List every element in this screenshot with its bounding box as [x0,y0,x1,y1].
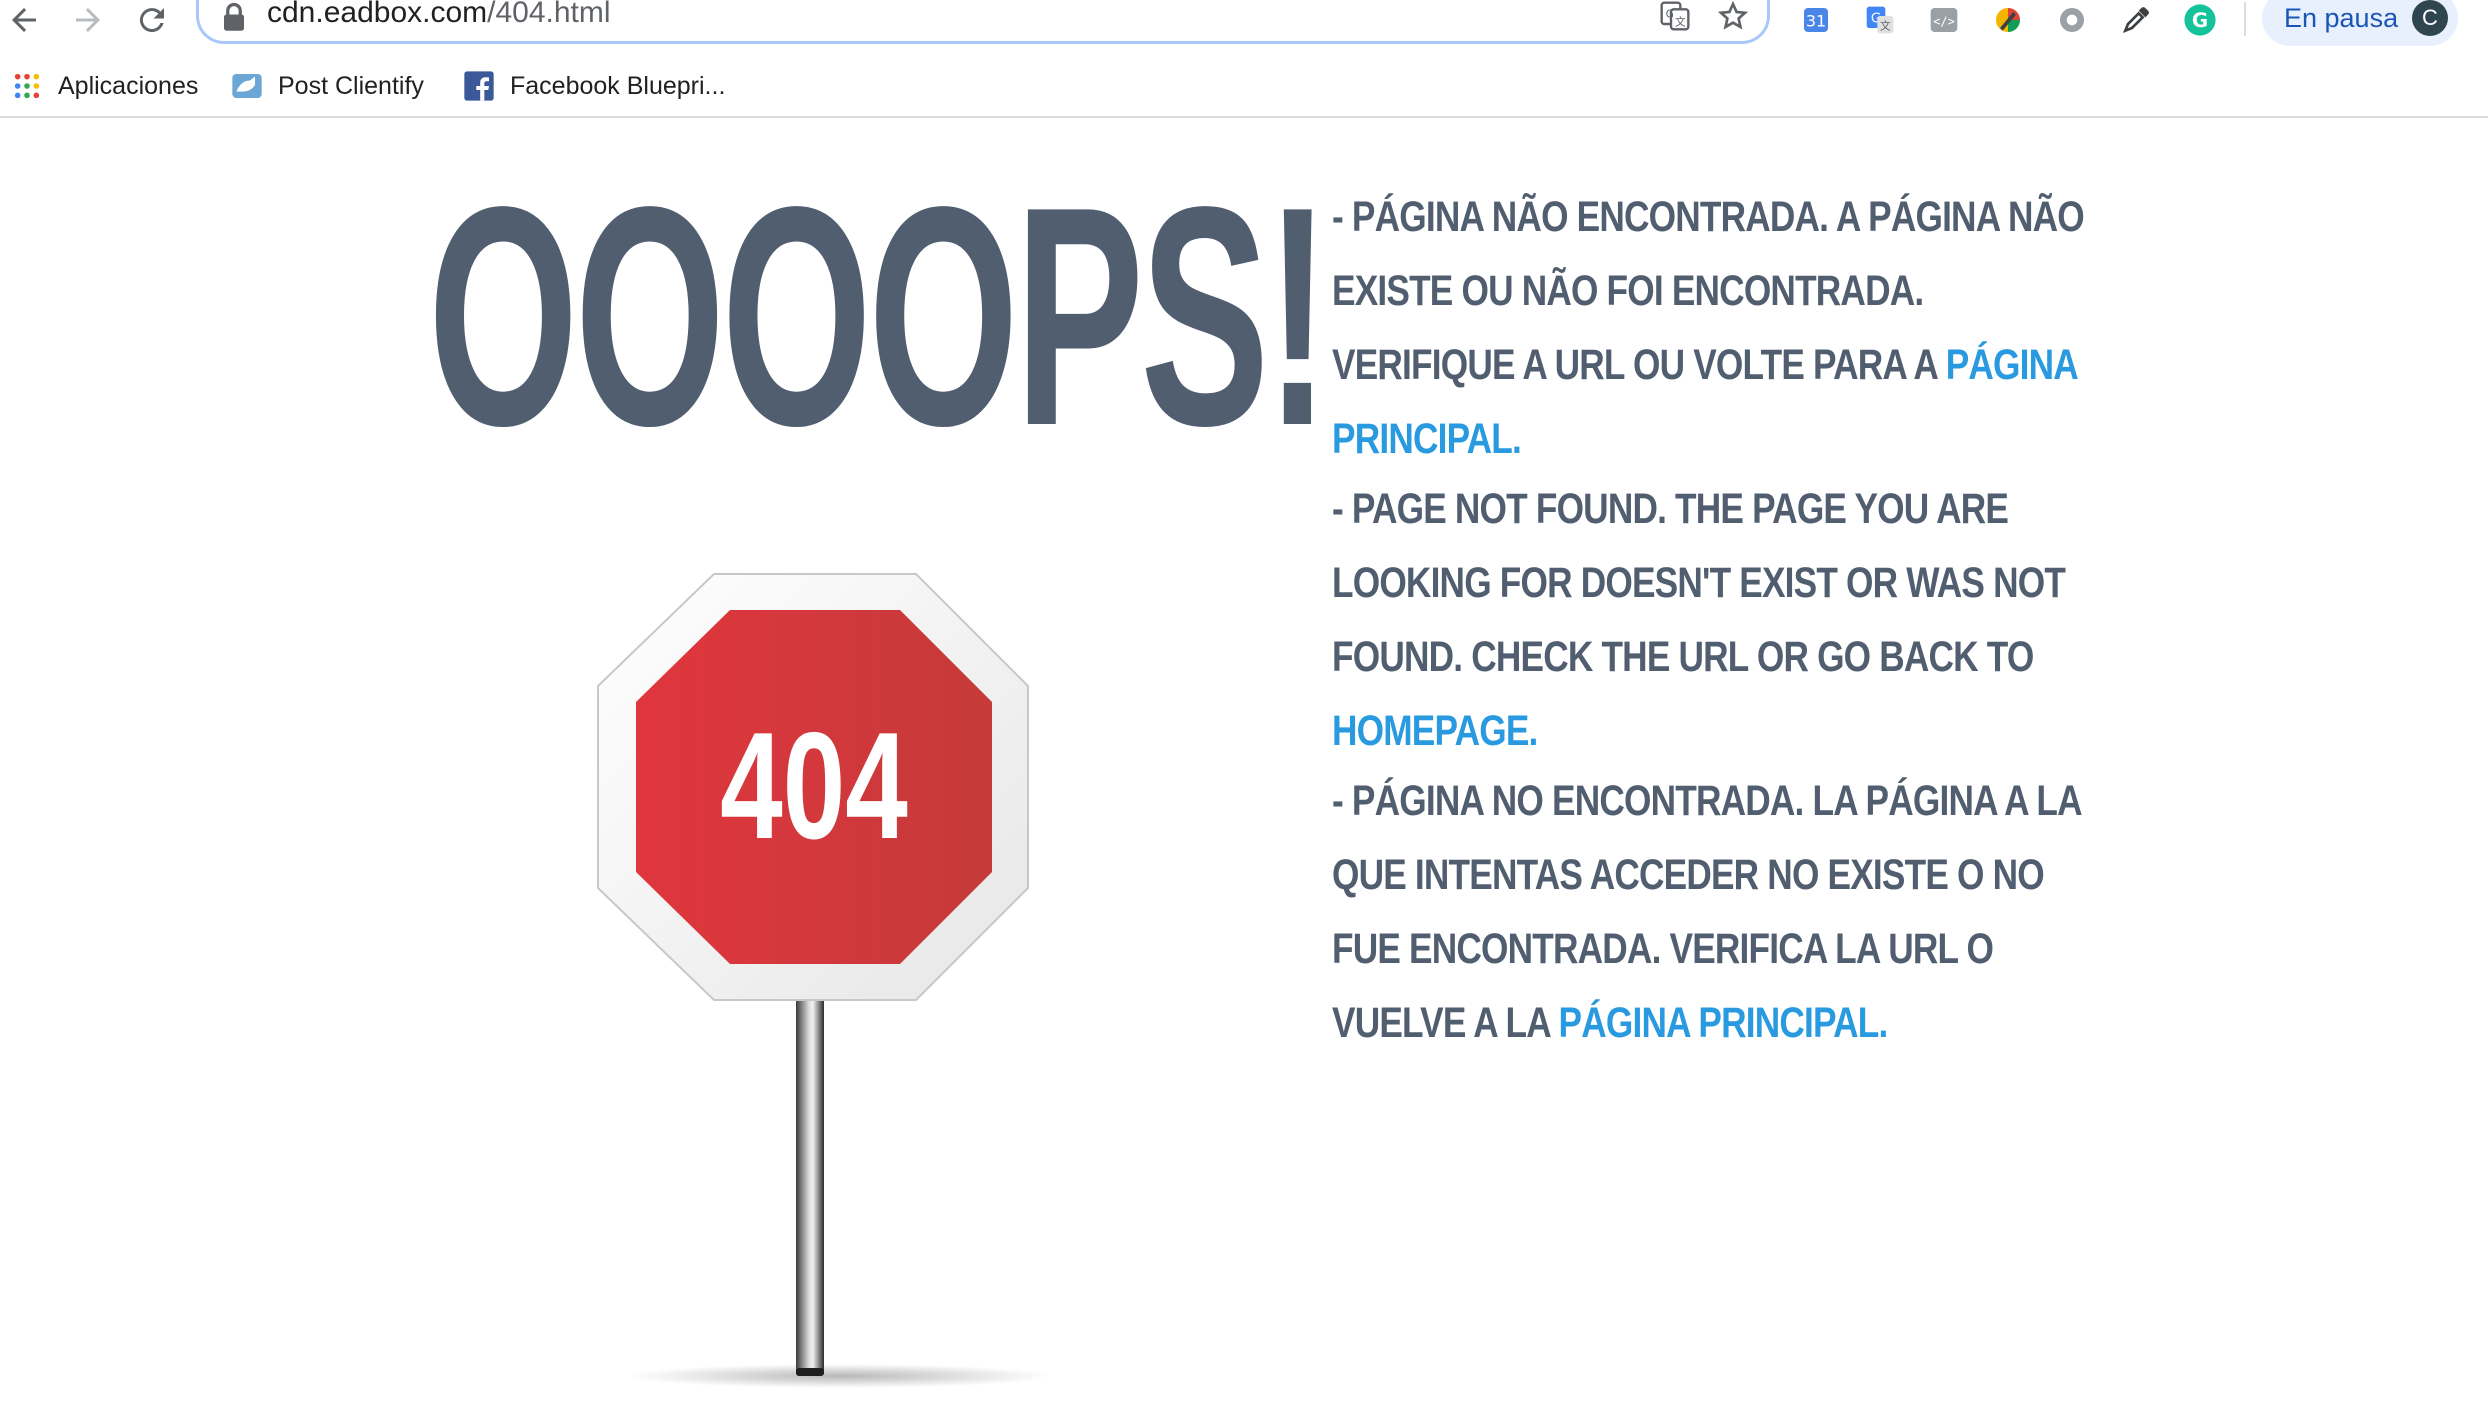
message-english: - Page not found. The page you are looki… [1332,472,2111,768]
svg-text:G: G [2192,9,2208,32]
profile-status: En pausa [2284,3,2399,33]
extension-eyedropper-icon[interactable] [2118,2,2154,38]
page-headline: OOOOPS! [428,143,1330,491]
browser-toolbar: cdn.eadbox.com/404.html G文 31 G文 </> G E… [0,0,2488,56]
bookmark-facebook-blueprint[interactable]: Facebook Bluepri... [462,64,725,108]
message-spanish: - Página no encontrada. La página a la q… [1332,764,2111,1060]
homepage-link-es[interactable]: página principal. [1559,999,1889,1047]
svg-text:文: 文 [1675,15,1686,28]
svg-text:文: 文 [1880,19,1891,32]
lock-icon [224,2,244,31]
bookmark-label: Post Clientify [278,71,424,100]
clientify-icon [230,69,264,103]
bookmark-star-icon[interactable] [1715,0,1751,34]
extension-grammarly-icon[interactable]: G [2182,2,2218,38]
sign-code: 404 [720,702,908,871]
svg-text:</>: </> [1933,14,1955,28]
pole-shadow [630,1364,1050,1388]
forward-button[interactable] [66,0,110,40]
message-portuguese: - Página não encontrada. A página não ex… [1332,180,2111,476]
extension-circle-icon[interactable] [2054,2,2090,38]
url-text[interactable]: cdn.eadbox.com/404.html [267,0,611,33]
extension-google-translate-icon[interactable]: G文 [1862,2,1898,38]
arrow-right-icon [76,8,100,32]
arrow-left-icon [12,8,36,32]
extension-colorpick-icon[interactable] [1990,2,2026,38]
address-bar[interactable]: cdn.eadbox.com/404.html G文 [196,0,1770,44]
translate-page-icon[interactable]: G文 [1657,0,1693,34]
extension-code-icon[interactable]: </> [1926,2,1962,38]
pole-base [796,1368,824,1376]
bookmark-aplicaciones[interactable]: Aplicaciones [10,64,198,108]
facebook-icon [462,69,496,103]
message-text: - Page not found. The page you are looki… [1332,485,2066,681]
extension-calendar-icon[interactable]: 31 [1798,2,1834,38]
homepage-link-en[interactable]: homepage. [1332,707,1538,755]
url-host: cdn.eadbox.com [267,0,488,29]
reload-icon [139,8,164,33]
svg-text:G: G [1666,7,1674,20]
reload-button[interactable] [130,0,174,40]
back-button[interactable] [2,0,46,40]
bookmark-post-clientify[interactable]: Post Clientify [230,64,424,108]
toolbar-separator [2244,2,2246,36]
avatar: C [2412,0,2448,36]
stop-sign-illustration: 404 [597,573,1050,1388]
bookmarks-bar: Aplicaciones Post Clientify Facebook Blu… [0,56,2488,118]
bookmark-label: Facebook Bluepri... [510,71,726,100]
bookmark-label: Aplicaciones [58,71,199,100]
profile-button[interactable]: En pausa C [2262,0,2458,46]
svg-text:31: 31 [1806,12,1826,31]
apps-grid-icon [10,69,44,103]
url-path: /404.html [487,0,611,29]
sign-pole [796,998,824,1374]
